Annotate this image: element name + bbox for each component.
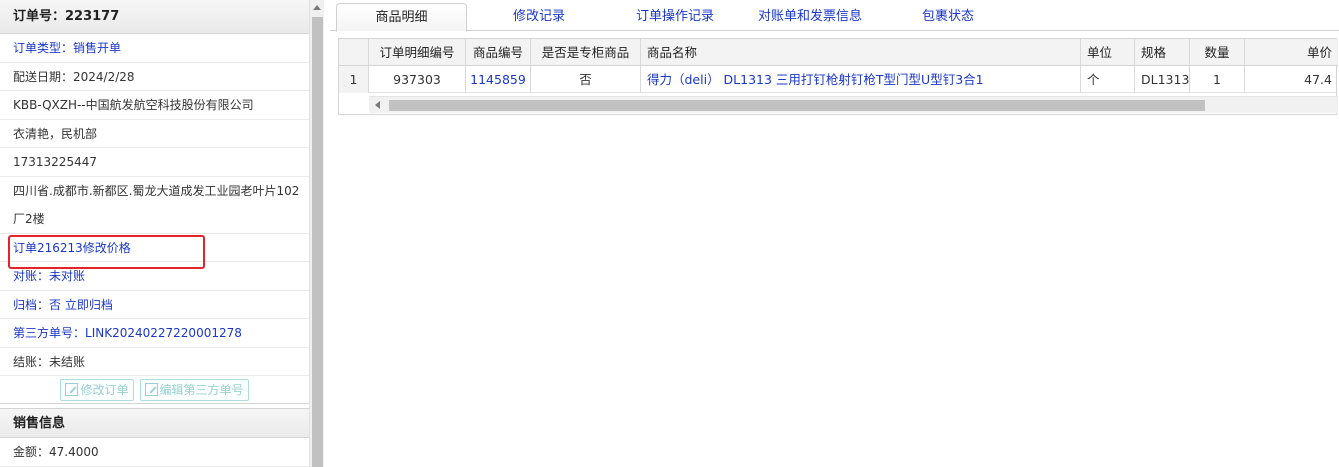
third-party-number: 第三方单号：LINK20240227220001278 bbox=[0, 319, 309, 348]
col-header-spec[interactable]: 规格 bbox=[1135, 39, 1190, 66]
col-header-counter-product[interactable]: 是否是专柜商品 bbox=[531, 39, 641, 66]
col-header-detail-id[interactable]: 订单明细编号 bbox=[369, 39, 466, 66]
settlement-status: 结账：未结账 bbox=[0, 348, 309, 376]
cell-spec: DL1313 bbox=[1135, 66, 1190, 93]
tab-statement-invoice[interactable]: 对账单和发票信息 bbox=[740, 3, 880, 31]
cell-quantity: 1 bbox=[1190, 66, 1245, 93]
sales-info-header: 销售信息 bbox=[0, 408, 309, 438]
reconcile-label: 对账： bbox=[13, 269, 50, 283]
archive-label: 归档： bbox=[13, 297, 50, 312]
col-header-product-id[interactable]: 商品编号 bbox=[466, 39, 531, 66]
delivery-date: 配送日期：2024/2/28 bbox=[0, 63, 309, 91]
edit-order-label: 修改订单 bbox=[80, 383, 129, 397]
order-detail-panel: 商品明细 修改记录 订单操作记录 对账单和发票信息 包裹状态 订单明细编号 商品… bbox=[330, 0, 1339, 467]
edit-icon bbox=[65, 383, 79, 396]
col-header-unit[interactable]: 单位 bbox=[1081, 39, 1135, 66]
horizontal-scrollbar-thumb[interactable] bbox=[389, 100, 1205, 111]
archive-status: 归档：否 立即归档 bbox=[0, 291, 309, 319]
customer-company: KBB-QXZH--中国航发航空科技股份有限公司 bbox=[0, 91, 309, 120]
order-type: 订单类型：销售开单 bbox=[0, 34, 309, 63]
horizontal-scrollbar[interactable] bbox=[369, 96, 1338, 113]
order-info-panel: 订单号：223177 订单类型：销售开单 配送日期：2024/2/28 KBB-… bbox=[0, 0, 324, 467]
left-vertical-scrollbar[interactable] bbox=[309, 0, 324, 467]
product-grid: 订单明细编号 商品编号 是否是专柜商品 商品名称 单位 规格 数量 单价 1 9… bbox=[338, 38, 1338, 115]
tab-modification-log[interactable]: 修改记录 bbox=[480, 3, 598, 31]
edit-icon bbox=[144, 383, 158, 396]
scrollbar-thumb[interactable] bbox=[312, 17, 323, 467]
tab-package-status[interactable]: 包裹状态 bbox=[898, 3, 998, 31]
col-header-unit-price[interactable]: 单价 bbox=[1245, 39, 1338, 66]
col-header-index bbox=[339, 39, 369, 66]
archive-value: 否 bbox=[49, 297, 62, 312]
order-note: 订单216213修改价格 bbox=[0, 234, 309, 269]
cell-product-id-link[interactable]: 1145859 bbox=[466, 66, 531, 93]
delivery-address: 四川省.成都市.新都区.蜀龙大道成发工业园老叶片102厂2楼 bbox=[0, 177, 309, 234]
reconcile-value: 未对账 bbox=[49, 269, 86, 283]
cell-unit: 个 bbox=[1081, 66, 1135, 93]
sales-amount: 金额：47.4000 bbox=[0, 438, 309, 467]
order-info-content: 订单号：223177 订单类型：销售开单 配送日期：2024/2/28 KBB-… bbox=[0, 0, 309, 467]
cell-counter-product: 否 bbox=[531, 66, 641, 93]
highlight-box bbox=[8, 234, 205, 269]
edit-order-button[interactable]: 修改订单 bbox=[60, 378, 134, 401]
contact-person: 衣清艳，民机部 bbox=[0, 120, 309, 148]
cell-unit-price: 47.4 bbox=[1304, 72, 1332, 87]
cell-detail-id: 937303 bbox=[369, 66, 466, 93]
order-number-header: 订单号：223177 bbox=[0, 0, 309, 34]
edit-third-party-button[interactable]: 编辑第三方单号 bbox=[139, 378, 249, 401]
action-buttons: 修改订单 编辑第三方单号 bbox=[0, 376, 309, 404]
row-index: 1 bbox=[339, 66, 369, 93]
contact-phone: 17313225447 bbox=[0, 148, 309, 177]
table-row[interactable]: 1 937303 1145859 否 得力（deli） DL1313 三用打钉枪… bbox=[339, 66, 1338, 93]
grid-header: 订单明细编号 商品编号 是否是专柜商品 商品名称 单位 规格 数量 单价 bbox=[339, 39, 1338, 66]
scroll-left-arrow-icon[interactable] bbox=[375, 101, 380, 109]
edit-third-party-label: 编辑第三方单号 bbox=[159, 383, 244, 397]
tab-product-details[interactable]: 商品明细 bbox=[336, 3, 467, 32]
col-header-quantity[interactable]: 数量 bbox=[1190, 39, 1245, 66]
third-party-label: 第三方单号： bbox=[13, 326, 86, 340]
scroll-up-arrow-icon[interactable] bbox=[313, 5, 321, 10]
archive-now-link[interactable]: 立即归档 bbox=[65, 298, 113, 312]
cell-product-name-link[interactable]: 得力（deli） DL1313 三用打钉枪射钉枪T型门型U型钉3合1 bbox=[641, 66, 1081, 93]
tab-order-operation-log[interactable]: 订单操作记录 bbox=[615, 3, 735, 31]
tab-bar: 商品明细 修改记录 订单操作记录 对账单和发票信息 包裹状态 bbox=[330, 0, 1339, 32]
third-party-value: LINK20240227220001278 bbox=[85, 326, 242, 340]
col-header-product-name[interactable]: 商品名称 bbox=[641, 39, 1081, 66]
